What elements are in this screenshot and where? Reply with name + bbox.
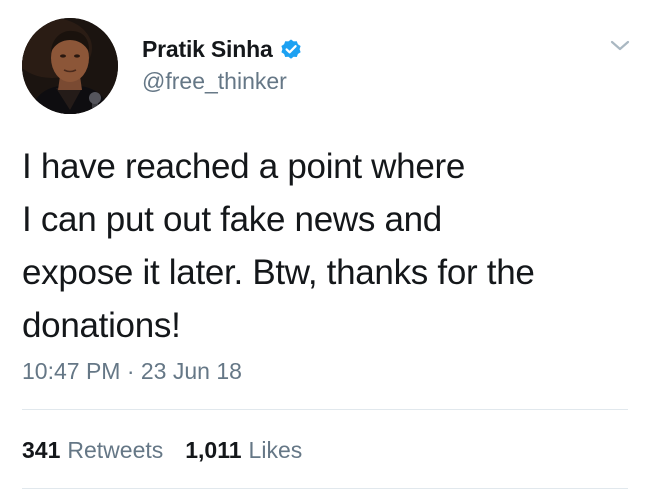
author-handle[interactable]: @free_thinker bbox=[142, 68, 287, 95]
tweet-text: I have reached a point where I can put o… bbox=[22, 147, 535, 345]
likes-count: 1,011 bbox=[185, 437, 242, 463]
retweets-label: Retweets bbox=[67, 437, 164, 463]
divider bbox=[22, 488, 628, 489]
tweet-stats: 341 Retweets 1,011 Likes bbox=[22, 437, 324, 464]
tweet-card: Pratik Sinha @free_thinker I have reache… bbox=[0, 0, 649, 492]
avatar[interactable] bbox=[22, 18, 118, 114]
likes-label: Likes bbox=[248, 437, 303, 463]
retweets-count: 341 bbox=[22, 437, 61, 463]
author-row: Pratik Sinha bbox=[142, 33, 303, 65]
verified-badge-icon bbox=[279, 37, 303, 61]
chevron-down-icon[interactable] bbox=[606, 36, 634, 56]
author-name[interactable]: Pratik Sinha bbox=[142, 36, 273, 63]
tweet-timestamp[interactable]: 10:47 PM · 23 Jun 18 bbox=[22, 358, 242, 385]
likes-stat[interactable]: 1,011 Likes bbox=[185, 437, 302, 464]
divider bbox=[22, 409, 628, 410]
retweets-stat[interactable]: 341 Retweets bbox=[22, 437, 163, 464]
avatar-image bbox=[22, 18, 118, 114]
